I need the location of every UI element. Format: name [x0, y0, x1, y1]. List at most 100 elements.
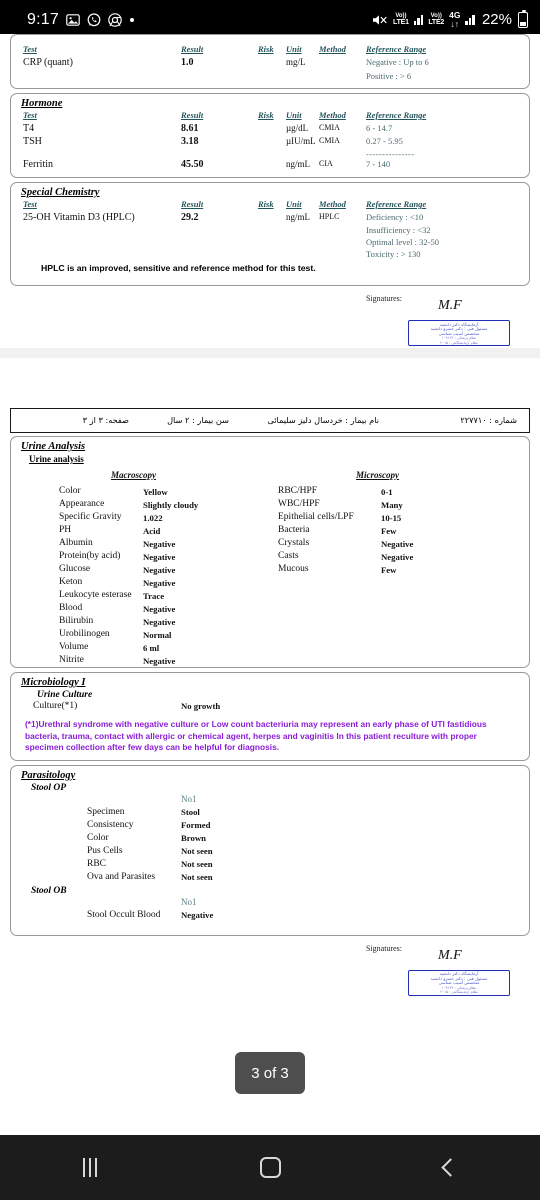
- network-data-arrows: ↓↑: [450, 18, 460, 29]
- sim1-volte-indicator: Vo)) LTE1: [393, 13, 409, 26]
- battery-icon: [518, 9, 528, 28]
- macro-value: Negative: [143, 539, 176, 549]
- status-clock: 9:17: [27, 10, 59, 28]
- col-risk: Risk: [258, 199, 274, 209]
- table-row: Ova and Parasites Not seen: [11, 872, 529, 885]
- status-bar-left: 9:17: [0, 11, 135, 29]
- micro-value: Few: [381, 565, 397, 575]
- section-title-hormone: Hormone: [21, 98, 63, 109]
- col-reference-range: Reference Range: [366, 199, 427, 209]
- micro-label: Epithelial cells/LPF: [278, 512, 354, 522]
- macro-value: Acid: [143, 526, 161, 536]
- table-row: T4 8.61 µg/dL CMIA 6 - 14.7: [11, 123, 529, 136]
- report-page-3: شماره : ۲۲۷۷۱۰ نام بیمار : خردسال دلیز س…: [0, 408, 540, 998]
- macro-label: Appearance: [59, 499, 105, 509]
- macro-value: Normal: [143, 630, 172, 640]
- report-number: شماره : ۲۲۷۷۱۰: [460, 415, 517, 425]
- table-row-cont: Insufficiency : <32: [11, 225, 529, 237]
- cell-test: TSH: [23, 136, 42, 147]
- table-row-cont: Toxicity : > 130: [11, 249, 529, 261]
- param-value: Brown: [181, 832, 206, 843]
- urine-analysis-table: Macroscopy Microscopy Color Yellow Appea…: [11, 465, 529, 666]
- page-separator: [0, 348, 540, 358]
- stamp-line-5: نظام آزمایشگاهی : ۲۰۱۵: [440, 990, 478, 995]
- param-value: Stool: [181, 806, 200, 817]
- phone-screen: 9:17 Vo)) LTE1 Vo)) LTE2 4G ↓↑ 22% Test …: [0, 0, 540, 1200]
- table-header-row: Test Result Risk Unit Method Reference R…: [11, 110, 529, 123]
- table-row-cont: Optimal level : 32-50: [11, 237, 529, 249]
- home-icon: [259, 1157, 281, 1178]
- document-viewer[interactable]: Test Result Risk Unit Method Reference R…: [0, 34, 540, 1135]
- param-value: Not seen: [181, 845, 213, 856]
- cell-result: 1.0: [181, 57, 194, 68]
- cell-test: CRP (quant): [23, 57, 73, 68]
- macro-value: Negative: [143, 578, 176, 588]
- col-result: Result: [181, 110, 204, 120]
- subsection-urine-culture: Urine Culture: [37, 690, 93, 700]
- col-method: Method: [319, 44, 346, 54]
- macro-label: Urobilinogen: [59, 629, 110, 639]
- whatsapp-icon: [87, 12, 101, 27]
- home-button[interactable]: [180, 1135, 360, 1200]
- macro-value: Yellow: [143, 487, 168, 497]
- reference-divider-row: ---------------: [11, 149, 529, 159]
- table-row: Specimen Stool: [11, 807, 529, 820]
- col-test: Test: [23, 199, 37, 209]
- macro-value: Negative: [143, 565, 176, 575]
- lab-stamp-icon: آزمایشگاه دکتر دانشید مسئول فنی : دکتر خ…: [408, 320, 510, 346]
- col-test: Test: [23, 110, 37, 120]
- micro-value: 10-15: [381, 513, 402, 523]
- cell-method: CMIA: [319, 123, 340, 132]
- stool-op-col-header: No1: [181, 793, 197, 804]
- ref-dashed-separator: ---------------: [366, 149, 415, 159]
- micro-label: Crystals: [278, 538, 310, 548]
- cell-result: 29.2: [181, 212, 199, 223]
- cell-ref-line-1: Deficiency : <10: [366, 212, 424, 222]
- param-label: Color: [87, 832, 109, 843]
- table-row: Stool Occult Blood Negative: [11, 910, 529, 923]
- cell-result: 3.18: [181, 136, 199, 147]
- subsection-urine-analysis: Urine analysis: [29, 454, 84, 464]
- cell-test: T4: [23, 123, 35, 134]
- back-button[interactable]: [360, 1135, 540, 1200]
- recents-button[interactable]: [0, 1135, 180, 1200]
- macro-label: Glucose: [59, 564, 91, 574]
- macro-label: Bilirubin: [59, 616, 94, 626]
- microscopy-header: Microscopy: [356, 470, 399, 480]
- param-label: Pus Cells: [87, 845, 123, 856]
- cell-test: 25-OH Vitamin D3 (HPLC): [23, 212, 135, 223]
- urine-analysis-section-card: Urine Analysis Urine analysis Macroscopy…: [10, 436, 530, 668]
- signature-block: Signatures: M.F آزمایشگاه دکتر دانشید مس…: [10, 940, 530, 998]
- culture-value: No growth: [181, 701, 221, 711]
- signature-name: M.F: [438, 947, 462, 963]
- parasitology-section-card: Parasitology Stool OP No1 Specimen Stool…: [10, 764, 530, 936]
- macro-label: Protein(by acid): [59, 551, 121, 561]
- param-label: Ova and Parasites: [87, 871, 156, 882]
- col-unit: Unit: [286, 110, 302, 120]
- table-row: Ferritin 45.50 ng/mL CIA 7 - 140: [11, 159, 529, 173]
- table-row: CRP (quant) 1.0 mg/L Negative : Up to 6: [11, 57, 529, 71]
- macro-value: Negative: [143, 604, 176, 614]
- macro-label: PH: [59, 525, 72, 535]
- col-result: Result: [181, 44, 204, 54]
- macro-label: Specific Gravity: [59, 512, 122, 522]
- col-method: Method: [319, 199, 346, 209]
- param-label: Specimen: [87, 806, 125, 817]
- report-page-2: Test Result Risk Unit Method Reference R…: [0, 34, 540, 348]
- microbiology-clinical-note: (*1)Urethral syndrome with negative cult…: [25, 719, 487, 752]
- macro-value: Negative: [143, 656, 176, 666]
- sim1-signal-icon: [413, 14, 424, 25]
- micro-value: Negative: [381, 552, 414, 562]
- macro-label: Leukocyte esterase: [59, 590, 132, 600]
- section-title-special-chemistry: Special Chemistry: [21, 187, 100, 198]
- cell-test: Ferritin: [23, 159, 53, 170]
- table-header-row: Test Result Risk Unit Method Reference R…: [11, 199, 529, 212]
- macro-label: Keton: [59, 577, 83, 587]
- table-row: RBC Not seen: [11, 859, 529, 872]
- micro-label: WBC/HPF: [278, 499, 320, 509]
- signature-label: Signatures:: [366, 943, 402, 953]
- micro-value: 0-1: [381, 487, 393, 497]
- macro-value: Negative: [143, 552, 176, 562]
- patient-name: نام بیمار : خردسال دلیز سلیمائی: [267, 415, 379, 425]
- param-value: Formed: [181, 819, 211, 830]
